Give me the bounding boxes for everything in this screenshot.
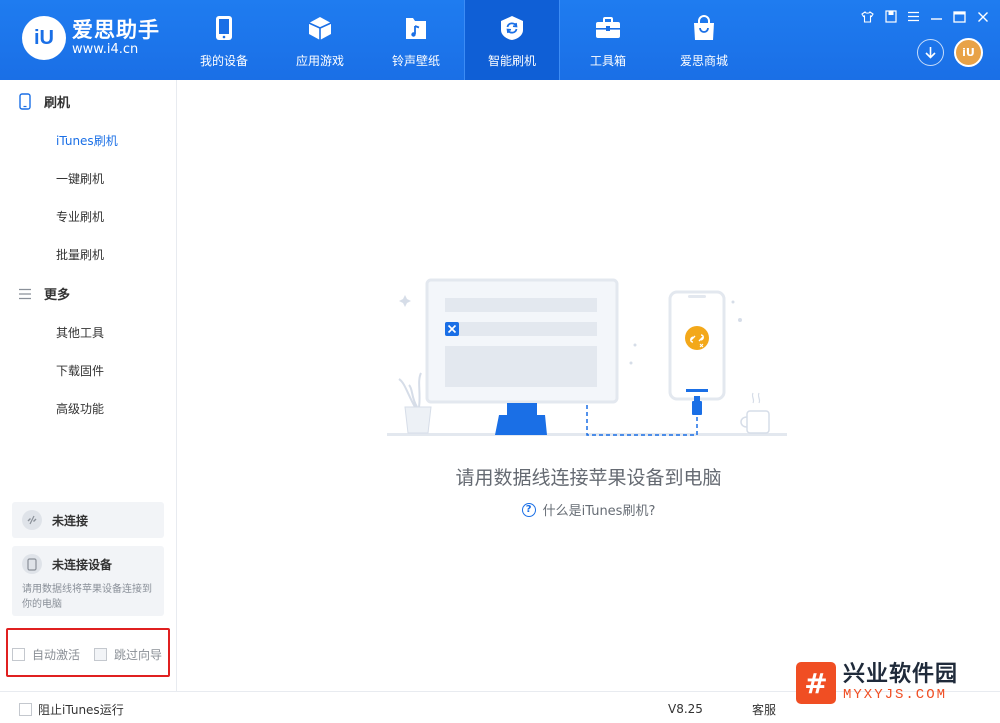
sidebar-item-pro-flash[interactable]: 专业刷机: [56, 208, 104, 225]
close-icon[interactable]: [975, 9, 990, 24]
phone-outline-icon: [16, 93, 34, 111]
connect-device-illustration: [387, 275, 797, 449]
window-controls: [860, 9, 990, 24]
list-icon: [16, 285, 34, 303]
skip-guide-label: 跳过向导: [114, 648, 163, 662]
auto-activate-label: 自动激活: [32, 648, 81, 662]
sidebar-item-one-click-flash[interactable]: 一键刷机: [56, 170, 104, 187]
sidebar: 刷机 iTunes刷机 一键刷机 专业刷机 批量刷机 更多 其他工具 下载固件 …: [0, 80, 177, 691]
sidebar-group-flash[interactable]: 刷机: [16, 92, 70, 111]
device-status-desc: 请用数据线将苹果设备连接到你的电脑: [22, 584, 152, 610]
nav-label: 应用游戏: [295, 54, 344, 68]
watermark-badge: #: [796, 662, 836, 704]
unlink-icon: [22, 510, 42, 530]
nav-label: 智能刷机: [487, 54, 536, 68]
sidebar-item-itunes-flash[interactable]: iTunes刷机: [56, 132, 118, 149]
logo-mark: iU: [34, 26, 54, 49]
clipboard-icon[interactable]: [883, 9, 898, 24]
device-icon: [22, 554, 42, 574]
sidebar-item-other-tools[interactable]: 其他工具: [56, 324, 104, 341]
nav-my-device[interactable]: 我的设备: [176, 0, 272, 80]
auto-activate-checkbox[interactable]: 自动激活: [12, 646, 80, 663]
help-link-label: 什么是iTunes刷机?: [542, 504, 656, 519]
customer-service-link[interactable]: 客服: [752, 701, 776, 718]
skip-guide-checkbox[interactable]: 跳过向导: [94, 646, 162, 663]
connection-status-card: 未连接: [12, 502, 164, 538]
logo-badge: iU: [22, 16, 66, 60]
app-logo: iU 爱思助手 www.i4.cn: [22, 16, 160, 60]
cube-icon: [306, 14, 334, 42]
nav-label: 铃声壁纸: [391, 54, 440, 68]
shirt-icon[interactable]: [860, 9, 875, 24]
checkbox[interactable]: [12, 648, 25, 661]
app-name: 爱思助手: [72, 18, 160, 42]
version-label: V8.25: [668, 702, 703, 716]
connection-status: 未连接: [52, 513, 89, 528]
checkbox[interactable]: [19, 703, 32, 716]
nav-label: 爱思商城: [679, 54, 728, 68]
app-header: iU 爱思助手 www.i4.cn 我的设备 应用游戏 铃声壁纸 智能刷机 工具…: [0, 0, 1000, 80]
shopping-bag-icon: [690, 14, 718, 42]
download-icon[interactable]: [917, 39, 944, 66]
avatar[interactable]: iU: [954, 38, 983, 67]
flash-options: 自动激活 跳过向导: [6, 628, 170, 677]
checkbox[interactable]: [94, 648, 107, 661]
music-file-icon: [402, 14, 430, 42]
block-itunes-label: 阻止iTunes运行: [38, 703, 124, 717]
what-is-itunes-flash-link[interactable]: ? 什么是iTunes刷机?: [177, 500, 1000, 519]
nav-toolbox[interactable]: 工具箱: [560, 0, 656, 80]
question-icon: ?: [521, 502, 536, 517]
sidebar-group-label: 更多: [44, 288, 71, 303]
watermark-title: 兴业软件园: [843, 662, 959, 687]
refresh-shield-icon: [498, 14, 526, 42]
main-nav: 我的设备 应用游戏 铃声壁纸 智能刷机 工具箱 爱思商城: [176, 0, 752, 80]
sidebar-item-advanced[interactable]: 高级功能: [56, 400, 104, 417]
app-url: www.i4.cn: [72, 42, 139, 57]
minimize-icon[interactable]: [929, 9, 944, 24]
nav-label: 我的设备: [199, 54, 248, 68]
connect-message: 请用数据线连接苹果设备到电脑: [455, 467, 722, 489]
watermark-subtitle: MYXYJS.COM: [843, 687, 948, 703]
main-content: 请用数据线连接苹果设备到电脑 ? 什么是iTunes刷机?: [177, 80, 1000, 691]
sidebar-item-batch-flash[interactable]: 批量刷机: [56, 246, 104, 263]
sidebar-item-download-firmware[interactable]: 下载固件: [56, 362, 104, 379]
maximize-icon[interactable]: [952, 9, 967, 24]
nav-apps-games[interactable]: 应用游戏: [272, 0, 368, 80]
nav-ringtones[interactable]: 铃声壁纸: [368, 0, 464, 80]
toolbox-icon: [594, 14, 622, 42]
sidebar-group-label: 刷机: [44, 96, 71, 111]
device-status: 未连接设备: [52, 557, 113, 572]
menu-icon[interactable]: [906, 9, 921, 24]
nav-label: 工具箱: [589, 54, 626, 68]
sidebar-group-more[interactable]: 更多: [16, 284, 70, 303]
nav-smart-flash[interactable]: 智能刷机: [464, 0, 560, 80]
nav-store[interactable]: 爱思商城: [656, 0, 752, 80]
device-status-card: 未连接设备 请用数据线将苹果设备连接到你的电脑: [12, 546, 164, 616]
watermark: # 兴业软件园 MYXYJS.COM: [796, 662, 958, 704]
phone-icon: [210, 14, 238, 42]
block-itunes-checkbox[interactable]: 阻止iTunes运行: [19, 701, 124, 718]
